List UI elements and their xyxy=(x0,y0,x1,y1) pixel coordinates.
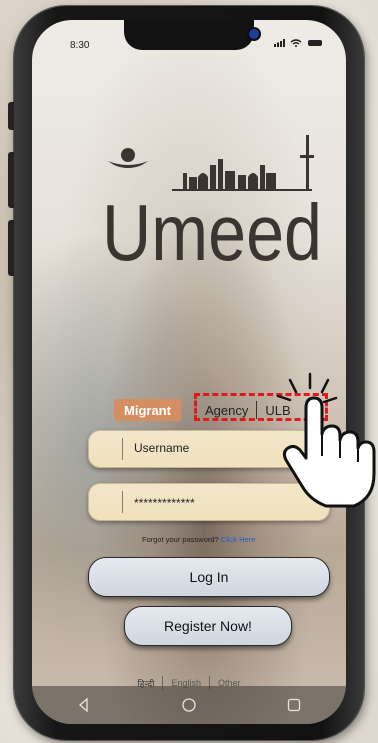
recent-apps-icon[interactable] xyxy=(286,697,302,713)
notch xyxy=(124,20,259,50)
wifi-icon xyxy=(290,39,302,48)
camera-icon xyxy=(249,29,259,39)
password-value: ************* xyxy=(134,496,195,510)
umeed-logo: Umeed xyxy=(102,135,322,270)
status-icons xyxy=(273,37,322,49)
battery-icon xyxy=(308,40,322,47)
forgot-text: Forgot your password? xyxy=(142,535,219,544)
forgot-password: Forgot your password? Click Here xyxy=(142,535,255,544)
android-navbar xyxy=(32,686,346,724)
volume-down-button xyxy=(8,220,14,276)
field-divider xyxy=(122,491,123,513)
tab-migrant[interactable]: Migrant xyxy=(114,399,181,421)
forgot-link[interactable]: Click Here xyxy=(221,535,256,544)
login-button[interactable]: Log In xyxy=(88,557,330,597)
field-divider xyxy=(122,438,123,460)
register-button[interactable]: Register Now! xyxy=(124,606,292,646)
pointing-hand-icon xyxy=(276,372,376,508)
home-icon[interactable] xyxy=(181,697,197,713)
volume-up-button xyxy=(8,152,14,208)
status-time: 8:30 xyxy=(70,40,90,51)
signal-icon xyxy=(273,39,285,48)
logo-text: Umeed xyxy=(102,188,322,270)
mute-switch xyxy=(8,102,14,130)
username-placeholder: Username xyxy=(134,441,190,455)
back-icon[interactable] xyxy=(76,697,92,713)
